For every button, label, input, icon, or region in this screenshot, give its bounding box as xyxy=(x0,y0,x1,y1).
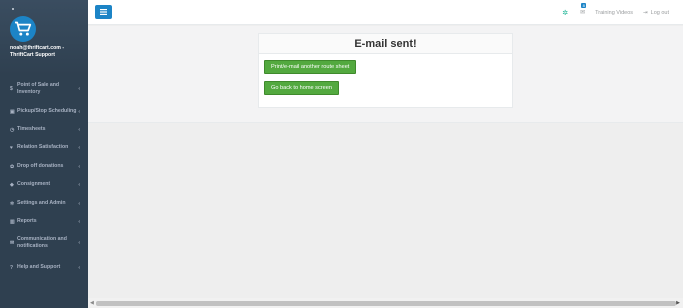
sidebar: noah@thriftcart.com - ThriftCart Support… xyxy=(0,0,88,308)
training-videos-link[interactable]: Training Videos xyxy=(595,10,633,16)
chevron-left-icon: ‹ xyxy=(78,86,80,92)
sidebar-item-label: Reports xyxy=(17,218,37,224)
truck-icon: ▣ xyxy=(10,108,15,115)
sidebar-item-label: Timesheets xyxy=(17,126,46,132)
profile-name[interactable]: noah@thriftcart.com - ThriftCart Support xyxy=(10,45,78,59)
profile-header: noah@thriftcart.com - ThriftCart Support xyxy=(0,0,88,75)
chevron-left-icon: ‹ xyxy=(78,144,80,151)
sidebar-item-consignment[interactable]: ◆ Consignment ‹ xyxy=(0,181,88,188)
sidebar-item-point-of-sale-and-inventory[interactable]: $ Point of Sale and Inventory ‹ xyxy=(0,82,88,96)
sidebar-item-communication-and-notifications[interactable]: ✉ Communication and notifications ‹ xyxy=(0,236,88,250)
clock-icon: ◷ xyxy=(10,126,15,133)
sidebar-item-relation-satisfaction[interactable]: ♥ Relation Satisfaction ‹ xyxy=(0,144,88,151)
sidebar-item-pickup-stop-scheduling[interactable]: ▣ Pickup/Stop Scheduling ‹ xyxy=(0,108,88,115)
sidebar-item-timesheets[interactable]: ◷ Timesheets ‹ xyxy=(0,126,88,133)
gear-icon[interactable]: ✲ xyxy=(562,9,568,17)
sign-out-icon: ⇥ xyxy=(643,9,648,16)
logout-link[interactable]: Log out xyxy=(651,10,669,16)
envelope-icon: ✉ xyxy=(580,10,586,16)
sidebar-item-label: Relation Satisfaction xyxy=(17,144,69,150)
sidebar-item-label: Consignment xyxy=(17,181,51,187)
sidebar-item-label: Point of Sale and Inventory xyxy=(17,82,60,95)
profile-email: noah@thriftcart.com - xyxy=(10,45,65,51)
sidebar-item-label: Drop off donations xyxy=(17,163,64,169)
horizontal-scrollbar[interactable]: ◀ ▶ xyxy=(88,298,683,308)
dollar-icon: $ xyxy=(10,86,13,92)
message-count-badge: 8 xyxy=(581,3,587,8)
sidebar-item-reports[interactable]: ▥ Reports ‹ xyxy=(0,218,88,225)
question-icon: ? xyxy=(10,264,14,271)
profile-org: ThriftCart Support xyxy=(10,52,55,58)
sidebar-toggle-button[interactable] xyxy=(95,5,112,19)
top-navbar: ✲ ✉ 8 Training Videos ⇥ Log out xyxy=(88,0,683,25)
chevron-left-icon: ‹ xyxy=(78,108,80,115)
chevron-left-icon: ‹ xyxy=(78,181,80,188)
dot-decoration xyxy=(12,8,14,10)
panel-title: E-mail sent! xyxy=(259,34,512,54)
scroll-left-icon[interactable]: ◀ xyxy=(90,300,94,306)
tag-icon: ◆ xyxy=(10,181,14,188)
sidebar-item-help-and-support[interactable]: ? Help and Support ‹ xyxy=(0,264,88,271)
hamburger-icon xyxy=(100,9,107,15)
email-sent-panel: E-mail sent! Print/e-mail another route … xyxy=(258,33,513,108)
chevron-left-icon: ‹ xyxy=(78,264,80,271)
sidebar-item-label: Pickup/Stop Scheduling xyxy=(17,108,77,114)
go-home-button[interactable]: Go back to home screen xyxy=(264,81,339,95)
print-email-route-sheet-button[interactable]: Print/e-mail another route sheet xyxy=(264,60,357,74)
main-content: E-mail sent! Print/e-mail another route … xyxy=(88,26,683,123)
gear-icon: ✲ xyxy=(10,200,15,207)
sidebar-item-settings-and-admin[interactable]: ✲ Settings and Admin ‹ xyxy=(0,200,88,207)
chevron-left-icon: ‹ xyxy=(78,218,80,225)
heart-icon: ♥ xyxy=(10,144,13,151)
top-right-links: ✲ ✉ 8 Training Videos ⇥ Log out xyxy=(562,0,669,25)
sidebar-item-label: Help and Support xyxy=(17,264,61,270)
messages-button[interactable]: ✉ 8 xyxy=(580,3,587,16)
bar-chart-icon: ▥ xyxy=(10,218,15,225)
gift-icon: ✿ xyxy=(10,163,15,170)
chevron-left-icon: ‹ xyxy=(78,163,80,170)
chevron-left-icon: ‹ xyxy=(78,126,80,133)
envelope-icon: ✉ xyxy=(10,240,15,246)
scrollbar-thumb[interactable] xyxy=(96,301,676,306)
sidebar-item-label: Communication and notifications xyxy=(17,236,67,249)
scroll-right-icon[interactable]: ▶ xyxy=(676,300,680,306)
chevron-left-icon: ‹ xyxy=(78,240,80,246)
shopping-cart-icon xyxy=(15,21,32,36)
sidebar-item-label: Settings and Admin xyxy=(17,200,66,206)
chevron-left-icon: ‹ xyxy=(78,200,80,207)
avatar[interactable] xyxy=(10,16,36,42)
sidebar-item-drop-off-donations[interactable]: ✿ Drop off donations ‹ xyxy=(0,163,88,170)
